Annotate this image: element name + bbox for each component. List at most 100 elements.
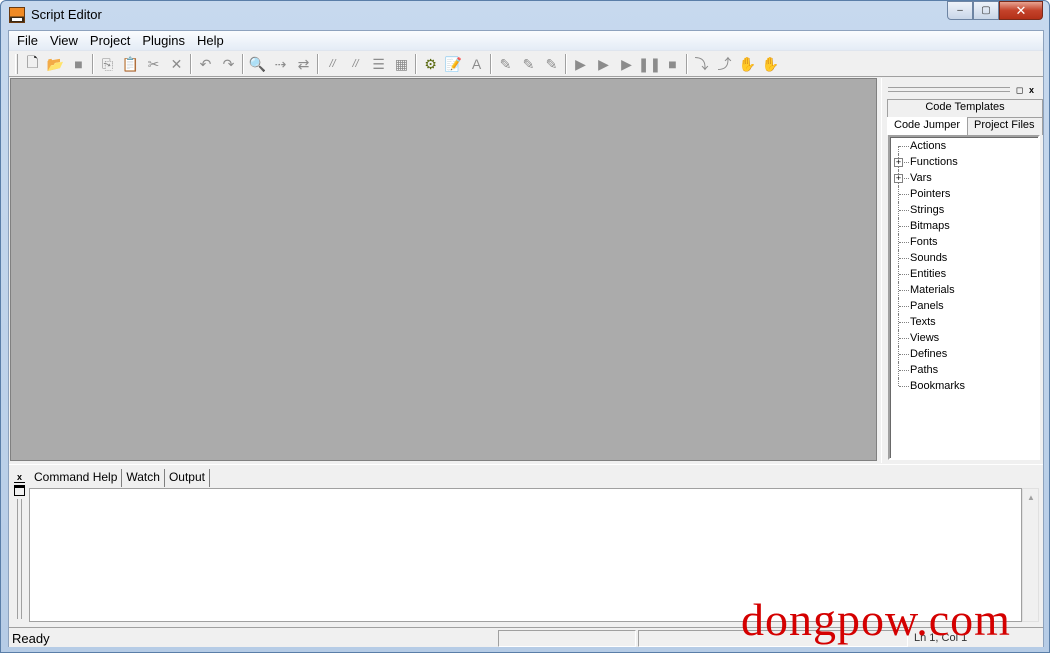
- vertical-scrollbar[interactable]: ▲: [1022, 488, 1039, 622]
- expand-plus-icon[interactable]: +: [894, 158, 903, 167]
- pause-button[interactable]: ❚❚: [638, 53, 661, 75]
- open-file-button[interactable]: 📂: [44, 53, 67, 75]
- compile-button[interactable]: ⚙: [419, 53, 442, 75]
- tab-output[interactable]: Output: [165, 469, 210, 487]
- tree-line: [899, 146, 909, 147]
- find-next-button[interactable]: ⇢: [269, 53, 292, 75]
- panel-close-button[interactable]: x: [1026, 85, 1037, 96]
- delete-icon: ✕: [170, 55, 183, 72]
- bottom-panel-grip[interactable]: [17, 499, 22, 619]
- tree-item-label: Defines: [910, 348, 948, 360]
- toolbar-separator: [242, 54, 244, 74]
- expand-plus-icon[interactable]: +: [894, 174, 903, 183]
- paste-button[interactable]: 📋: [119, 53, 142, 75]
- tab-code-jumper[interactable]: Code Jumper: [887, 117, 967, 135]
- step-out-button[interactable]: ⤴: [713, 53, 736, 75]
- breakpoint-icon: ✎: [499, 55, 512, 72]
- toolbar-grip[interactable]: [15, 54, 18, 74]
- redo-button[interactable]: ↷: [217, 53, 240, 75]
- tree-item-label: Functions: [910, 156, 958, 168]
- font-button[interactable]: A: [465, 53, 488, 75]
- tree-item-texts[interactable]: Texts: [890, 314, 1038, 330]
- delete-button[interactable]: ✕: [165, 53, 188, 75]
- tab-watch[interactable]: Watch: [122, 469, 165, 487]
- menu-help[interactable]: Help: [192, 31, 231, 50]
- bottom-panel-float-button[interactable]: [14, 485, 25, 496]
- tree-item-bookmarks[interactable]: Bookmarks: [890, 378, 1038, 394]
- toolbar-separator: [565, 54, 567, 74]
- tree-item-pointers[interactable]: Pointers: [890, 186, 1038, 202]
- breakpoint-clear-button[interactable]: ✎: [540, 53, 563, 75]
- tree-item-label: Bitmaps: [910, 220, 950, 232]
- tree-item-functions[interactable]: + Functions: [890, 154, 1038, 170]
- menu-plugins[interactable]: Plugins: [137, 31, 192, 50]
- tree-item-paths[interactable]: Paths: [890, 362, 1038, 378]
- bottom-panel-close-button[interactable]: x: [14, 472, 25, 483]
- hand-all-button[interactable]: ✋: [759, 53, 782, 75]
- comment-button[interactable]: //: [321, 53, 344, 75]
- cut-button[interactable]: ✂: [142, 53, 165, 75]
- breakpoint-add-button[interactable]: ✎: [517, 53, 540, 75]
- format-icon: ▦: [394, 55, 409, 72]
- find-button[interactable]: 🔍: [246, 53, 269, 75]
- undo-button[interactable]: ↶: [194, 53, 217, 75]
- breakpoint-button[interactable]: ✎: [494, 53, 517, 75]
- copy-button[interactable]: ⎘: [96, 53, 119, 75]
- tree-item-entities[interactable]: Entities: [890, 266, 1038, 282]
- scroll-up-arrow-icon[interactable]: ▲: [1027, 493, 1035, 502]
- format-button[interactable]: ▦: [390, 53, 413, 75]
- tree-item-panels[interactable]: Panels: [890, 298, 1038, 314]
- stop-button[interactable]: ■: [661, 53, 684, 75]
- client-area: File View Project Plugins Help 🗋 📂 ■ ⎘ 📋 ✂ ✕ ↶ ↷…: [8, 30, 1044, 647]
- maximize-button[interactable]: ▢: [973, 1, 999, 20]
- tree-item-views[interactable]: Views: [890, 330, 1038, 346]
- code-jumper-panel: ◻ x Code Templates Code Jumper Project F…: [881, 78, 1043, 463]
- toolbar-separator: [415, 54, 417, 74]
- tree-item-defines[interactable]: Defines: [890, 346, 1038, 362]
- menu-project[interactable]: Project: [85, 31, 137, 50]
- uncomment-button[interactable]: //: [344, 53, 367, 75]
- tree-line: [899, 322, 909, 323]
- step-over-button[interactable]: ▶: [615, 53, 638, 75]
- tab-command-help[interactable]: Command Help: [30, 469, 123, 487]
- step-button[interactable]: ▶: [592, 53, 615, 75]
- tree-item-materials[interactable]: Materials: [890, 282, 1038, 298]
- find-next-icon: ⇢: [274, 55, 287, 72]
- toolbar-separator: [92, 54, 94, 74]
- paste-icon: 📋: [121, 55, 140, 72]
- panel-grip[interactable]: [888, 87, 1010, 92]
- minimize-button[interactable]: ‒: [947, 1, 973, 20]
- properties-button[interactable]: 📝: [442, 53, 465, 75]
- replace-button[interactable]: ⇄: [292, 53, 315, 75]
- tree-item-label: Materials: [910, 284, 955, 296]
- run-button[interactable]: ▶: [569, 53, 592, 75]
- tree-item-fonts[interactable]: Fonts: [890, 234, 1038, 250]
- tree-item-label: Panels: [910, 300, 944, 312]
- tab-code-templates[interactable]: Code Templates: [887, 99, 1043, 117]
- tree-item-sounds[interactable]: Sounds: [890, 250, 1038, 266]
- toolbar-separator: [317, 54, 319, 74]
- tree-item-actions[interactable]: Actions: [890, 138, 1038, 154]
- stop-icon: ■: [668, 56, 677, 72]
- step-into-button[interactable]: ⤵: [690, 53, 713, 75]
- editor-area[interactable]: [10, 78, 877, 461]
- panel-float-button[interactable]: ◻: [1014, 85, 1025, 96]
- tree-item-vars[interactable]: + Vars: [890, 170, 1038, 186]
- title-bar[interactable]: Script Editor ‒ ▢ ✕: [1, 1, 1049, 30]
- menu-view[interactable]: View: [45, 31, 85, 50]
- tree-item-label: Pointers: [910, 188, 951, 200]
- save-file-button[interactable]: ■: [67, 53, 90, 75]
- tab-project-files[interactable]: Project Files: [967, 117, 1043, 135]
- indent-button[interactable]: ☰: [367, 53, 390, 75]
- tree-item-bitmaps[interactable]: Bitmaps: [890, 218, 1038, 234]
- menu-file[interactable]: File: [12, 31, 45, 50]
- hand-button[interactable]: ✋: [736, 53, 759, 75]
- close-button[interactable]: ✕: [999, 1, 1043, 20]
- pause-icon: ❚❚: [637, 55, 662, 72]
- new-file-button[interactable]: 🗋: [21, 53, 44, 75]
- toolbar-separator: [190, 54, 192, 74]
- tree-line: [899, 258, 909, 259]
- watermark: dongpow.com: [741, 594, 1011, 645]
- tree-item-strings[interactable]: Strings: [890, 202, 1038, 218]
- app-icon: [9, 7, 25, 23]
